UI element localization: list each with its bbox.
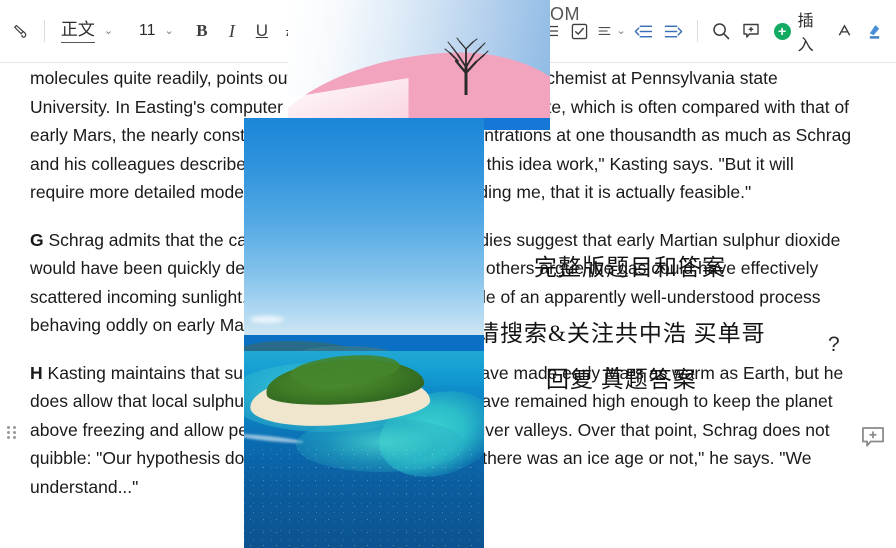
paragraph-style-value: 正文 [60, 19, 95, 43]
paragraph-h-label: H [30, 362, 43, 383]
handle-dot [13, 426, 16, 429]
handle-dot [13, 431, 16, 434]
chevron-down-icon: ⌄ [103, 24, 114, 37]
highlight-color-icon[interactable] [860, 14, 890, 48]
handle-dot [13, 436, 16, 439]
format-painter-icon[interactable] [6, 14, 36, 48]
tropical-island-photo[interactable] [244, 118, 484, 548]
italic-button[interactable]: I [217, 14, 247, 48]
underline-button[interactable]: U [247, 14, 277, 48]
insert-button[interactable]: + 插入 [770, 13, 828, 54]
island-sky [244, 118, 484, 336]
paragraph-style-dropdown[interactable]: 正文 ⌄ [53, 15, 129, 47]
handle-dot [7, 436, 10, 439]
paragraph-drag-handle[interactable] [7, 426, 17, 440]
text-color-icon[interactable] [830, 14, 860, 48]
add-comment-icon[interactable] [736, 14, 766, 48]
insert-button-label: 插入 [797, 13, 814, 54]
increase-indent-button[interactable] [659, 14, 689, 48]
bare-tree-icon [444, 37, 489, 95]
window-title-fragment: OM [550, 4, 580, 24]
chevron-down-icon: ⌄ [164, 24, 174, 37]
align-button[interactable]: ⌄ [595, 14, 629, 48]
margin-add-comment-icon[interactable] [860, 425, 886, 451]
bold-button[interactable]: B [187, 14, 217, 48]
island-cloud [250, 316, 284, 323]
pink-hill-tree-photo[interactable] [288, 0, 550, 130]
toolbar-separator [696, 20, 698, 42]
decrease-indent-button[interactable] [629, 14, 659, 48]
font-size-value: 11 [138, 22, 156, 39]
search-icon[interactable] [706, 14, 736, 48]
chevron-down-icon: ⌄ [616, 24, 626, 37]
paragraph-g-label: G [30, 229, 44, 250]
island-water-speckle [244, 448, 484, 548]
toolbar-separator [44, 20, 45, 42]
handle-dot [7, 426, 10, 429]
font-size-dropdown[interactable]: 11 ⌄ [129, 15, 187, 47]
plus-circle-icon: + [773, 22, 791, 40]
document-editor-window: 正文 ⌄ 11 ⌄ B I U A 1 2 [0, 0, 896, 548]
handle-dot [7, 431, 10, 434]
